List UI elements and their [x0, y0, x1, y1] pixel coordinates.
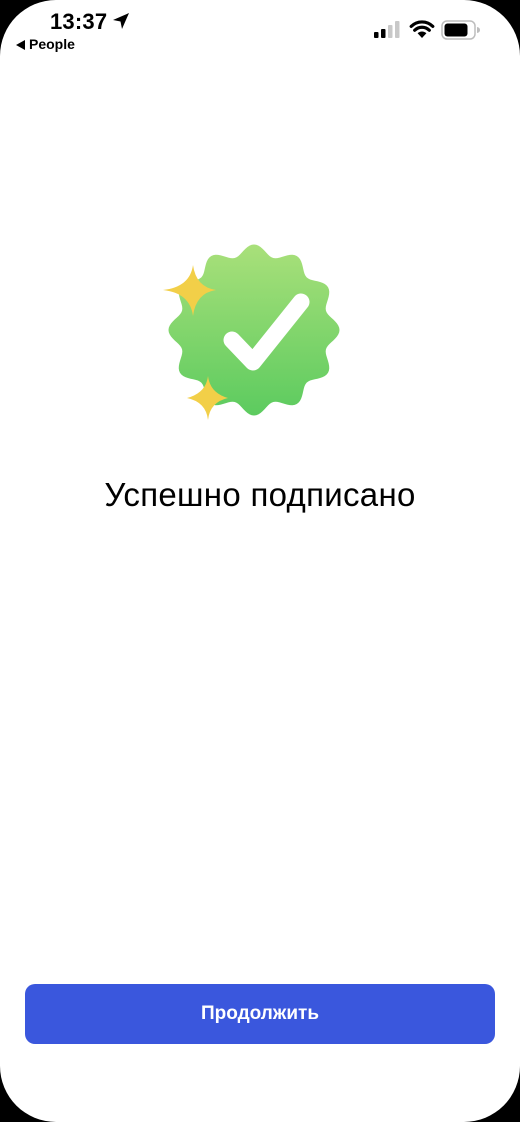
page-title: Успешно подписано	[104, 476, 416, 513]
cellular-signal-icon	[374, 21, 400, 38]
back-arrow-icon[interactable]	[16, 40, 25, 50]
status-time: 13:37	[50, 9, 108, 34]
back-to-app-link[interactable]: People	[29, 36, 75, 52]
wifi-icon	[409, 20, 435, 38]
status-bar: 13:37 People	[0, 0, 520, 60]
verified-checkmark-badge-icon	[163, 244, 340, 420]
app-screen: 13:37 People Успешно подписано Продолжит…	[0, 0, 520, 1122]
location-arrow-icon	[113, 13, 129, 29]
continue-button[interactable]: Продолжить	[25, 984, 495, 1044]
battery-icon	[441, 20, 480, 40]
